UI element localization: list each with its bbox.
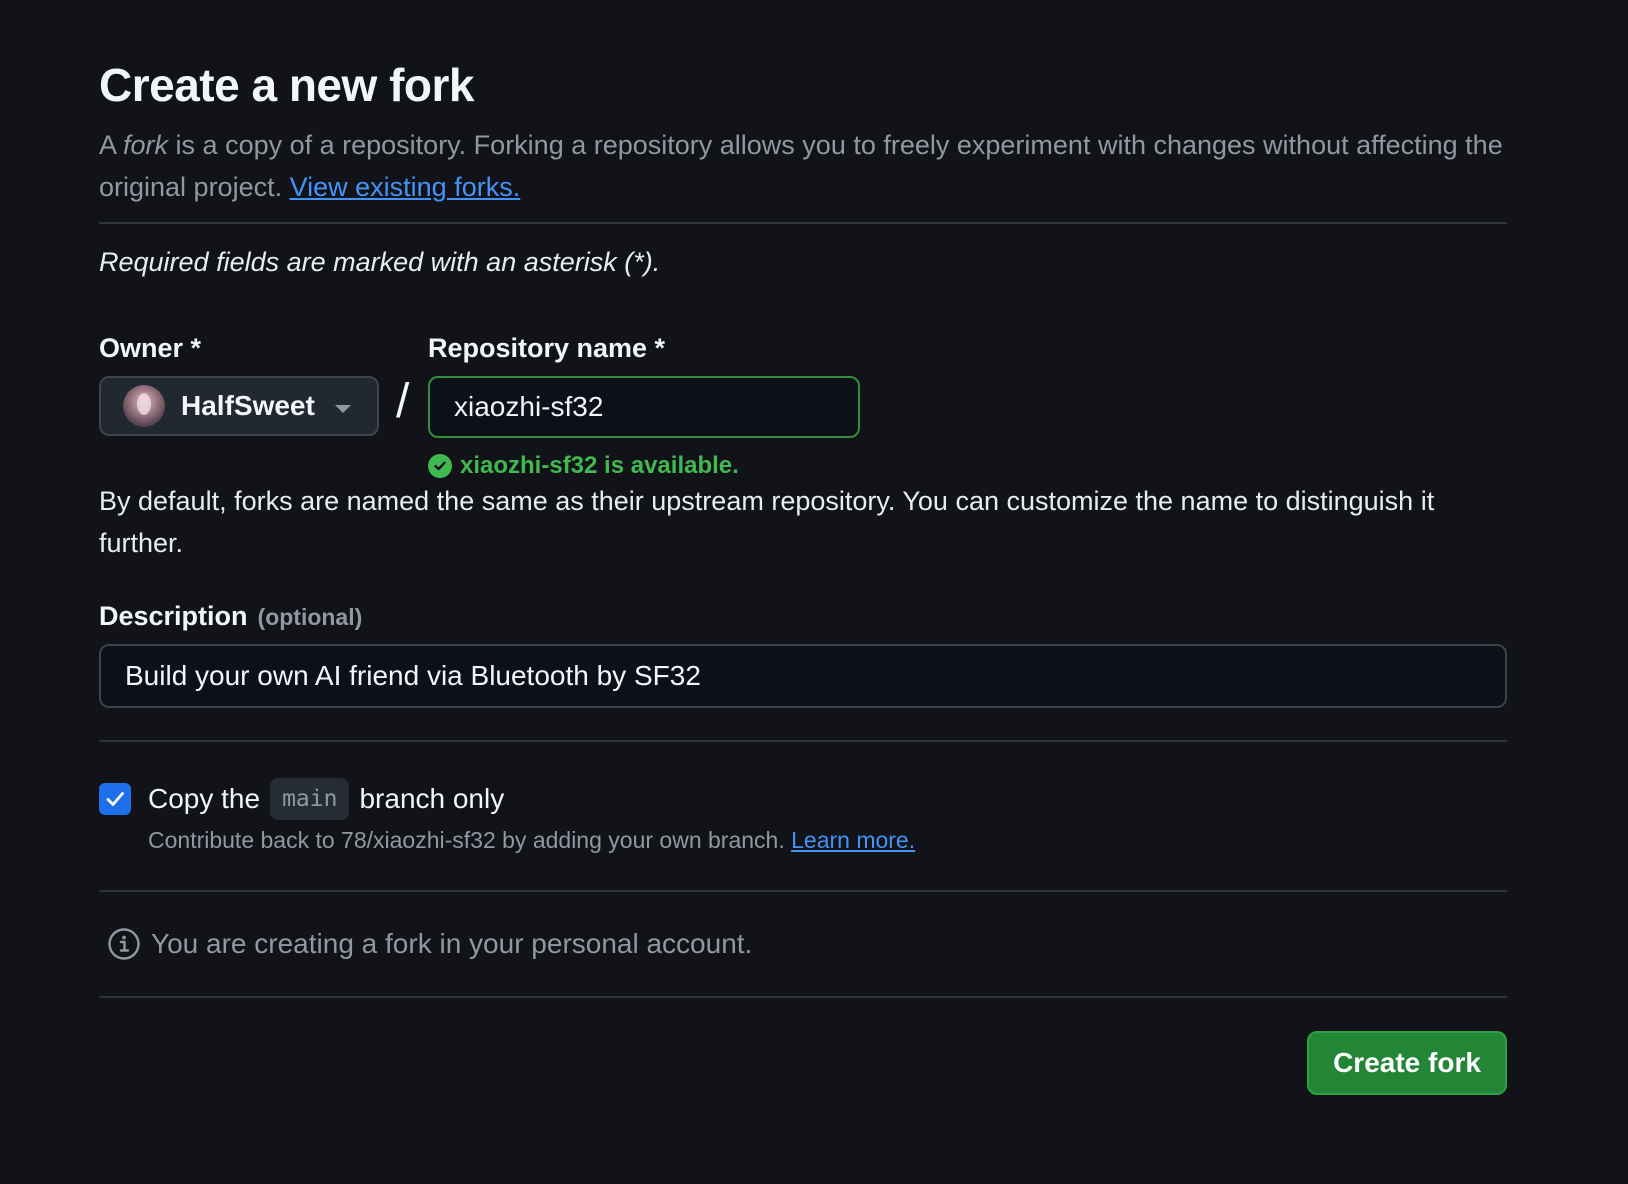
copy-branch-label[interactable]: Copy the main branch only bbox=[148, 778, 504, 820]
copy-branch-label-suffix: branch only bbox=[359, 783, 505, 814]
intro-fork-word: fork bbox=[123, 130, 169, 160]
availability-status: xiaozhi-sf32 is available. bbox=[428, 452, 739, 480]
owner-group: Owner * HalfSweet bbox=[99, 330, 379, 436]
owner-select-button[interactable]: HalfSweet bbox=[99, 376, 379, 436]
repository-name-input[interactable] bbox=[428, 376, 860, 438]
divider bbox=[99, 222, 1507, 224]
copy-branch-help-text: Contribute back to 78/xiaozhi-sf32 by ad… bbox=[148, 827, 792, 853]
name-help-text: By default, forks are named the same as … bbox=[99, 486, 1435, 558]
copy-main-branch-checkbox[interactable] bbox=[99, 783, 131, 815]
info-notice: You are creating a fork in your personal… bbox=[99, 892, 1507, 996]
required-fields-note: Required fields are marked with an aster… bbox=[99, 247, 661, 277]
copy-branch-row: Copy the main branch only bbox=[99, 778, 1507, 820]
info-text: You are creating a fork in your personal… bbox=[151, 928, 753, 959]
description-label: Description bbox=[99, 601, 248, 631]
owner-label: Owner * bbox=[99, 333, 202, 363]
avatar bbox=[123, 385, 165, 427]
repository-name-label: Repository name * bbox=[428, 333, 666, 363]
create-fork-button[interactable]: Create fork bbox=[1307, 1031, 1507, 1095]
copy-branch-label-prefix: Copy the bbox=[148, 783, 261, 814]
copy-branch-help: Contribute back to 78/xiaozhi-sf32 by ad… bbox=[148, 822, 1507, 858]
checkmark-icon bbox=[106, 792, 124, 806]
intro-prefix: A bbox=[99, 130, 124, 160]
repo-group: Repository name * xiaozhi-sf32 is availa… bbox=[428, 330, 860, 479]
page-title: Create a new fork bbox=[99, 59, 474, 111]
view-existing-forks-link[interactable]: View existing forks. bbox=[290, 172, 521, 202]
owner-repo-row: Owner * HalfSweet / Repository name * xi… bbox=[99, 330, 1507, 480]
divider bbox=[99, 740, 1507, 742]
info-icon bbox=[108, 928, 140, 960]
description-label-row: Description (optional) bbox=[99, 598, 1507, 634]
branch-name-code: main bbox=[270, 778, 350, 820]
form-footer: Create fork bbox=[99, 998, 1507, 1108]
learn-more-link[interactable]: Learn more. bbox=[791, 827, 915, 853]
chevron-down-icon bbox=[335, 405, 351, 413]
availability-text: xiaozhi-sf32 is available. bbox=[460, 452, 739, 479]
check-circle-icon bbox=[428, 454, 452, 478]
fork-form: Create a new fork A fork is a copy of a … bbox=[99, 50, 1507, 1108]
description-input[interactable] bbox=[99, 644, 1507, 708]
optional-label: (optional) bbox=[257, 604, 363, 630]
owner-name: HalfSweet bbox=[181, 390, 315, 421]
page-intro: A fork is a copy of a repository. Forkin… bbox=[99, 124, 1507, 208]
fork-page: Create a new fork A fork is a copy of a … bbox=[0, 0, 1628, 1184]
owner-repo-separator: / bbox=[396, 375, 410, 428]
